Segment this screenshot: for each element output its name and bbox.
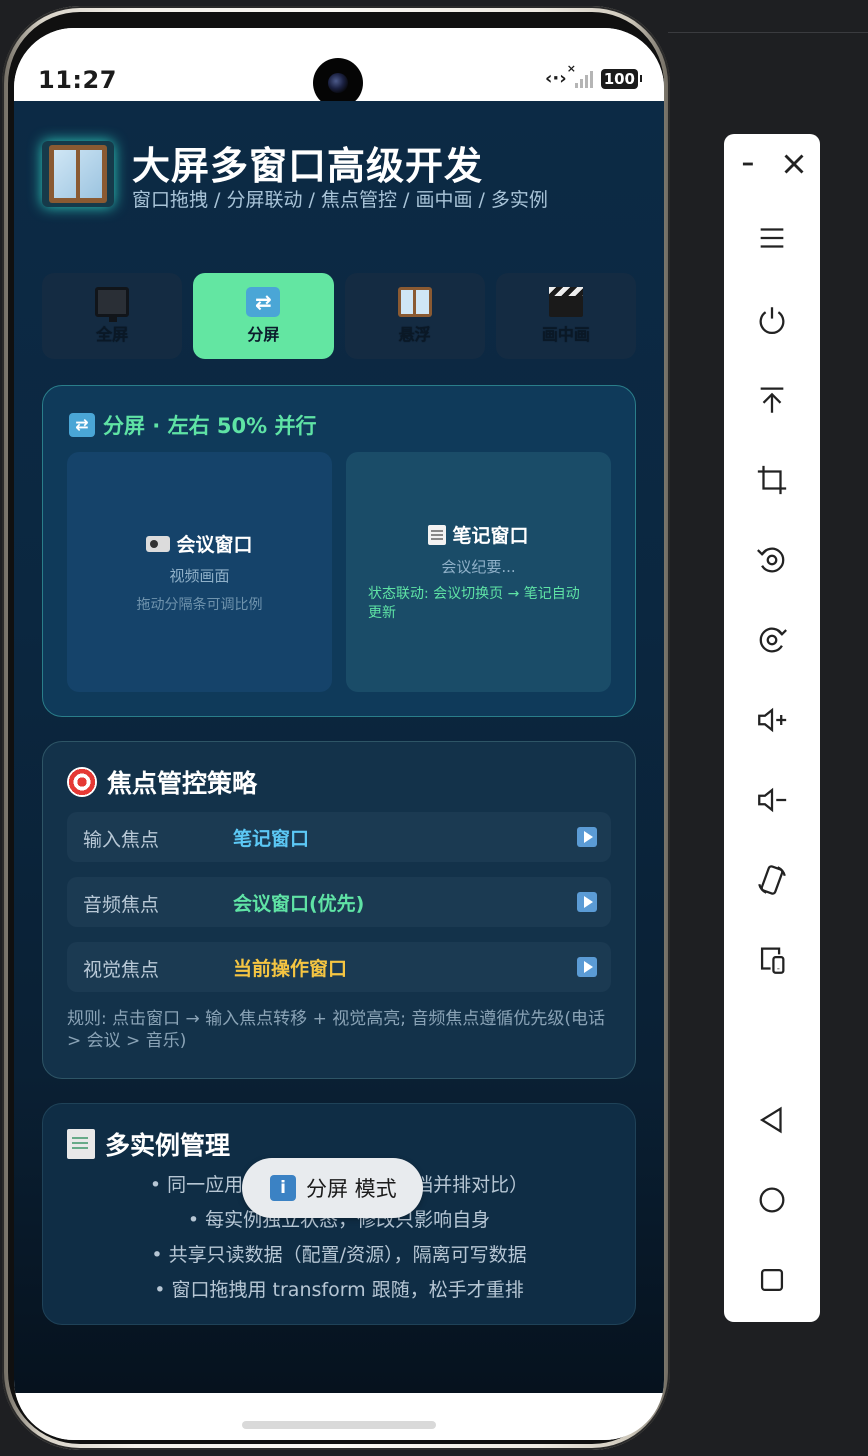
split-card-title-text: 分屏 · 左右 50% 并行 (103, 414, 317, 438)
focus-row-input[interactable]: 输入焦点 笔记窗口 (67, 812, 611, 862)
home-indicator[interactable] (242, 1421, 436, 1429)
battery-icon: 100 (600, 68, 643, 89)
page-title: 大屏多窗口高级开发 (132, 144, 484, 188)
tab-label: 悬浮 (398, 325, 431, 344)
emulator-toolbar (724, 134, 820, 1322)
menu-icon[interactable] (748, 214, 796, 262)
clapper-icon (548, 287, 583, 317)
signal-icon: × (567, 62, 593, 88)
focus-row-key: 输入焦点 (83, 829, 160, 851)
tab-splitscreen[interactable]: ⇄ 分屏 (193, 273, 334, 359)
navigation-bar (14, 1393, 664, 1440)
focus-rule-text: 规则: 点击窗口 → 输入焦点转移 + 视觉高亮; 音频焦点遵循优先级(电话 >… (67, 1009, 605, 1051)
play-icon[interactable] (577, 827, 597, 847)
shuffle-icon: ⇄ (246, 287, 281, 317)
focus-row-value: 笔记窗口 (233, 828, 310, 850)
app-window-icon (42, 141, 114, 207)
page-subtitle: 窗口拖拽 / 分屏联动 / 焦点管控 / 画中画 / 多实例 (132, 189, 548, 211)
app-content: 大屏多窗口高级开发 窗口拖拽 / 分屏联动 / 焦点管控 / 画中画 / 多实例… (14, 101, 664, 1393)
split-preview-card: ⇄ 分屏 · 左右 50% 并行 会议窗口 视频画面 拖动分隔条可调比例 笔记窗… (42, 385, 636, 717)
multi-card-title-text: 多实例管理 (105, 1131, 231, 1160)
tab-pip[interactable]: 画中画 (495, 273, 636, 359)
mode-toast: i 分屏 模式 (242, 1158, 423, 1218)
pane-title: 会议窗口 (176, 534, 253, 556)
phone-frame: 11:27 ‹·› × 100 大屏多窗口高级开发 窗口拖拽 / 分屏联动 / … (2, 6, 670, 1450)
no-signal-mark: × (566, 61, 576, 75)
pane-title: 笔记窗口 (452, 525, 529, 547)
mode-tabs: 全屏 ⇄ 分屏 悬浮 画中画 (42, 273, 636, 359)
monitor-icon (95, 287, 130, 322)
play-icon[interactable] (577, 892, 597, 912)
shuffle-icon: ⇄ (69, 413, 95, 437)
focus-row-key: 视觉焦点 (83, 959, 160, 981)
data-transfer-icon: ‹·› (545, 68, 567, 89)
tab-fullscreen[interactable]: 全屏 (42, 273, 183, 359)
split-card-title: ⇄ 分屏 · 左右 50% 并行 (69, 410, 317, 440)
video-camera-icon (146, 535, 171, 552)
status-time: 11:27 (38, 66, 117, 94)
device-mirror-icon[interactable] (748, 936, 796, 984)
tab-label: 画中画 (541, 325, 590, 344)
notes-window-pane[interactable]: 笔记窗口 会议纪要... 状态联动: 会议切换页 → 笔记自动更新 (346, 452, 611, 692)
pane-sync-note: 状态联动: 会议切换页 → 笔记自动更新 (368, 586, 580, 621)
power-icon[interactable] (748, 296, 796, 344)
window-icon (397, 287, 432, 317)
rotate-left-icon[interactable] (748, 536, 796, 584)
window-icon (49, 145, 107, 203)
focus-row-value: 当前操作窗口 (233, 958, 348, 980)
document-icon (67, 1129, 95, 1159)
play-icon[interactable] (577, 957, 597, 977)
home-icon[interactable] (748, 1176, 796, 1224)
minimize-icon[interactable] (726, 140, 774, 188)
memo-icon (428, 524, 447, 545)
focus-policy-card: 焦点管控策略 输入焦点 笔记窗口 音频焦点 会议窗口(优先) 视觉焦点 当前操作… (42, 741, 636, 1079)
pane-subtitle: 会议纪要... (441, 558, 516, 576)
tab-label: 分屏 (247, 325, 280, 344)
tab-floating[interactable]: 悬浮 (344, 273, 485, 359)
volume-up-icon[interactable] (748, 696, 796, 744)
focus-card-title-text: 焦点管控策略 (107, 769, 258, 798)
rotate-device-icon[interactable] (748, 856, 796, 904)
info-icon: i (270, 1175, 296, 1201)
pane-hint: 拖动分隔条可调比例 (136, 597, 263, 613)
move-to-top-icon[interactable] (748, 376, 796, 424)
crop-icon[interactable] (748, 456, 796, 504)
list-item: 共享只读数据（配置/资源），隔离可写数据 (43, 1240, 635, 1267)
focus-row-key: 音频焦点 (83, 894, 160, 916)
focus-card-title: 焦点管控策略 (67, 764, 257, 800)
list-item: 窗口拖拽用 transform 跟随，松手才重排 (43, 1275, 635, 1302)
phone-screen: 11:27 ‹·› × 100 大屏多窗口高级开发 窗口拖拽 / 分屏联动 / … (14, 28, 664, 1440)
rotate-right-icon[interactable] (748, 616, 796, 664)
volume-down-icon[interactable] (748, 776, 796, 824)
toast-text: 分屏 模式 (306, 1177, 397, 1201)
recents-icon[interactable] (748, 1256, 796, 1304)
tab-label: 全屏 (96, 325, 129, 344)
pane-subtitle: 视频画面 (169, 567, 230, 585)
focus-row-audio[interactable]: 音频焦点 会议窗口(优先) (67, 877, 611, 927)
back-icon[interactable] (748, 1096, 796, 1144)
meeting-window-pane[interactable]: 会议窗口 视频画面 拖动分隔条可调比例 (67, 452, 332, 692)
focus-row-value: 会议窗口(优先) (233, 893, 365, 915)
target-icon (67, 767, 97, 797)
multi-card-title: 多实例管理 (67, 1126, 230, 1162)
window-top-border (668, 32, 868, 33)
status-bar: 11:27 ‹·› × 100 (14, 28, 664, 108)
status-icons: ‹·› × 100 (545, 62, 643, 89)
focus-row-visual[interactable]: 视觉焦点 当前操作窗口 (67, 942, 611, 992)
close-icon[interactable] (770, 140, 818, 188)
